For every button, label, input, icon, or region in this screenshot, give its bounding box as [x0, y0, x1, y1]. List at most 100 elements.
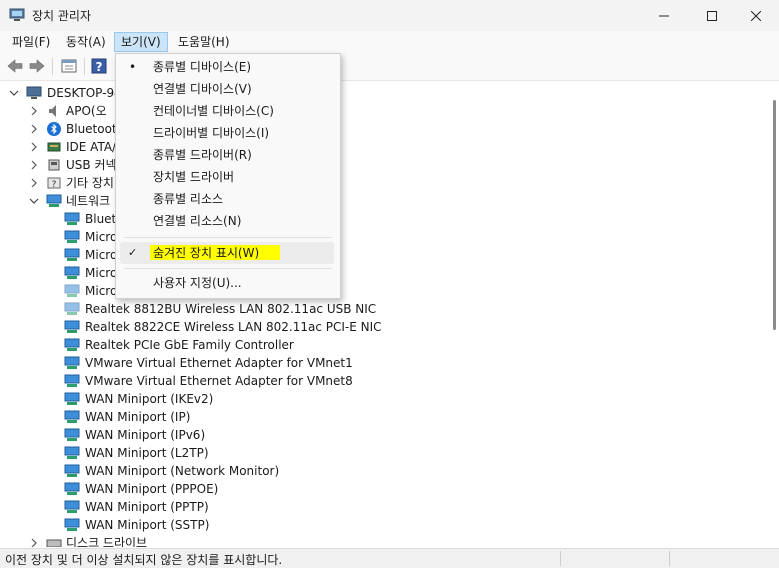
network-adapter-item[interactable]: Realtek 8822CE Wireless LAN 802.11ac PCI…	[0, 318, 400, 336]
network-adapter-item[interactable]: Realtek PCIe GbE Family Controller	[0, 336, 400, 354]
network-adapter-label: WAN Miniport (IP)	[85, 410, 191, 424]
network-adapter-item[interactable]: WAN Miniport (Network Monitor)	[0, 462, 400, 480]
network-adapter-icon	[64, 374, 80, 387]
network-adapter-icon	[64, 410, 80, 423]
network-adapter-icon	[64, 392, 80, 405]
bluetooth-icon	[47, 122, 61, 136]
toolbar-separator	[52, 58, 53, 75]
menu-item-view-option[interactable]: 연결별 리소스(N)	[117, 210, 339, 232]
help-icon[interactable]: ?	[90, 57, 108, 75]
menu-item-label: 연결별 리소스(N)	[153, 214, 242, 228]
chevron-down-icon[interactable]	[29, 196, 39, 206]
computer-icon	[26, 86, 42, 99]
maximize-button[interactable]	[689, 0, 735, 31]
network-adapter-label: Micro	[85, 230, 118, 244]
network-adapter-item[interactable]: WAN Miniport (IKEv2)	[0, 390, 400, 408]
checkmark-icon: ✓	[128, 246, 138, 259]
menu-file[interactable]: 파일(F)	[6, 33, 56, 51]
network-adapter-icon	[64, 356, 80, 369]
chevron-right-icon[interactable]	[29, 106, 39, 116]
tree-category-label: USB 커넥	[66, 158, 117, 172]
menu-item-label: 장치별 드라이버	[153, 170, 235, 184]
network-adapter-icon	[64, 266, 80, 279]
chevron-right-icon[interactable]	[29, 178, 39, 188]
network-adapter-label: VMware Virtual Ethernet Adapter for VMne…	[85, 374, 353, 388]
radio-bullet-icon: •	[129, 60, 137, 74]
menu-item-label: 사용자 지정(U)...	[153, 276, 242, 290]
toolbar-separator	[84, 58, 85, 75]
menu-item-view-option[interactable]: 종류별 드라이버(R)	[117, 144, 339, 166]
vertical-scrollbar[interactable]	[769, 82, 779, 547]
network-adapter-label: Micro	[85, 266, 118, 280]
network-adapter-icon	[64, 230, 80, 243]
network-adapter-icon	[64, 500, 80, 513]
menu-item-label: 컨테이너별 디바이스(C)	[153, 104, 274, 118]
menu-separator	[124, 268, 332, 269]
network-adapter-label: VMware Virtual Ethernet Adapter for VMne…	[85, 356, 353, 370]
chevron-right-icon[interactable]	[29, 538, 39, 547]
menu-item-view-option[interactable]: • 종류별 디바이스(E)	[117, 56, 339, 78]
network-adapter-item[interactable]: WAN Miniport (IP)	[0, 408, 400, 426]
status-divider	[669, 551, 670, 566]
tree-category-label: 네트워크	[66, 194, 111, 208]
tree-root-label: DESKTOP-94	[47, 86, 122, 100]
status-divider	[560, 551, 561, 566]
chevron-right-icon[interactable]	[29, 124, 39, 134]
speaker-icon	[49, 105, 56, 117]
ide-controller-icon	[47, 142, 61, 152]
network-adapter-item[interactable]: WAN Miniport (IPv6)	[0, 426, 400, 444]
network-adapter-label: Micro	[85, 248, 118, 262]
close-icon	[751, 10, 761, 21]
menu-item-label: 숨겨진 장치 표시(W)	[153, 246, 260, 260]
menu-item-show-hidden-devices[interactable]: ✓ 숨겨진 장치 표시(W)	[117, 242, 339, 264]
view-menu-dropdown: • 종류별 디바이스(E) 연결별 디바이스(V) 컨테이너별 디바이스(C) 드라이버…	[115, 53, 341, 299]
menu-action[interactable]: 동작(A)	[60, 33, 112, 51]
network-adapter-label: Realtek 8822CE Wireless LAN 802.11ac PCI…	[85, 320, 382, 334]
menu-item-view-option[interactable]: 드라이버별 디바이스(I)	[117, 122, 339, 144]
menu-item-label: 연결별 디바이스(V)	[153, 82, 252, 96]
scrollbar-thumb[interactable]	[773, 100, 776, 330]
network-adapter-item[interactable]: VMware Virtual Ethernet Adapter for VMne…	[0, 354, 400, 372]
menu-item-view-option[interactable]: 장치별 드라이버	[117, 166, 339, 188]
forward-arrow-icon[interactable]	[28, 57, 46, 75]
network-adapter-item[interactable]: WAN Miniport (PPPOE)	[0, 480, 400, 498]
window-title: 장치 관리자	[32, 9, 92, 23]
network-adapter-icon	[64, 212, 80, 225]
properties-icon[interactable]	[60, 57, 78, 75]
menu-item-view-option[interactable]: 연결별 디바이스(V)	[117, 78, 339, 100]
unknown-device-icon: ?	[47, 177, 61, 190]
menu-help[interactable]: 도움말(H)	[172, 33, 236, 51]
device-manager-icon	[9, 8, 25, 21]
network-adapter-icon	[64, 464, 80, 477]
network-adapter-item[interactable]: WAN Miniport (SSTP)	[0, 516, 400, 534]
network-adapter-icon	[64, 518, 80, 531]
network-adapter-icon	[64, 284, 80, 297]
menu-item-view-option[interactable]: 컨테이너별 디바이스(C)	[117, 100, 339, 122]
network-adapter-label: WAN Miniport (Network Monitor)	[85, 464, 280, 478]
network-adapter-item[interactable]: Realtek 8812BU Wireless LAN 802.11ac USB…	[0, 300, 400, 318]
network-adapter-label: Micro	[85, 284, 118, 298]
chevron-right-icon[interactable]	[29, 142, 39, 152]
minimize-button[interactable]	[641, 0, 687, 31]
tree-category-label: 기타 장치	[66, 176, 114, 190]
network-adapter-label: Realtek 8812BU Wireless LAN 802.11ac USB…	[85, 302, 377, 316]
close-button[interactable]	[733, 0, 779, 31]
network-adapter-item[interactable]: VMware Virtual Ethernet Adapter for VMne…	[0, 372, 400, 390]
menu-view[interactable]: 보기(V)	[114, 32, 168, 52]
menu-item-label: 종류별 리소스	[153, 192, 224, 206]
usb-connector-icon	[48, 159, 60, 171]
tree-category[interactable]: 디스크 드라이브	[0, 534, 300, 547]
menu-item-view-option[interactable]: 종류별 리소스	[117, 188, 339, 210]
back-arrow-icon[interactable]	[6, 57, 24, 75]
status-text: 이전 장치 및 더 이상 설치되지 않은 장치를 표시합니다.	[5, 553, 283, 567]
menu-item-label: 종류별 디바이스(E)	[153, 60, 252, 74]
tree-category-label: 디스크 드라이브	[66, 536, 148, 547]
svg-text:?: ?	[52, 180, 57, 190]
menu-item-customize[interactable]: 사용자 지정(U)...	[117, 272, 339, 294]
network-adapter-item[interactable]: WAN Miniport (L2TP)	[0, 444, 400, 462]
network-adapter-item[interactable]: WAN Miniport (PPTP)	[0, 498, 400, 516]
chevron-down-icon[interactable]	[9, 88, 19, 98]
network-adapter-icon	[64, 320, 80, 333]
chevron-right-icon[interactable]	[29, 160, 39, 170]
network-adapter-label: WAN Miniport (SSTP)	[85, 518, 210, 532]
